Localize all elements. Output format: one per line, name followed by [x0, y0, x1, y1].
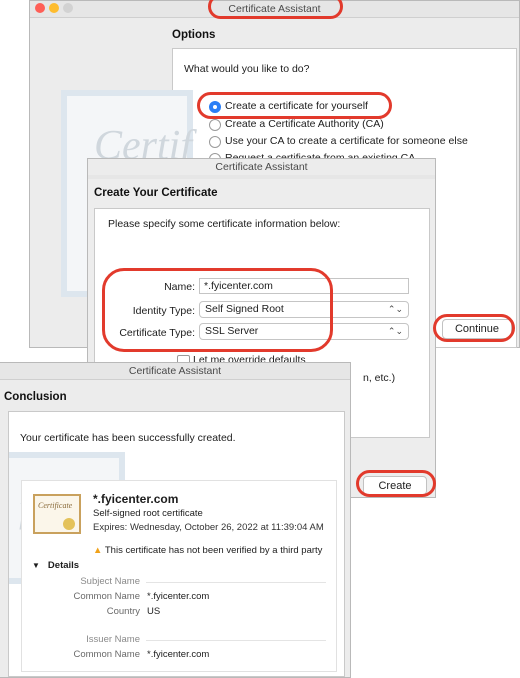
warning-text: This certificate has not been verified b… — [104, 545, 323, 556]
option-row-someone-else[interactable]: Use your CA to create a certificate for … — [209, 135, 509, 149]
window-title: Certificate Assistant — [215, 161, 308, 173]
close-window-icon[interactable] — [35, 3, 45, 13]
option-label-someone-else[interactable]: Use your CA to create a certificate for … — [225, 135, 468, 147]
warning-icon: ▲ — [93, 545, 103, 556]
details-toggle[interactable]: ▼ Details — [32, 560, 79, 571]
subject-name-label: Subject Name — [80, 576, 140, 587]
window-title: Certificate Assistant — [128, 365, 222, 377]
common-name-label: Common Name — [73, 591, 140, 602]
minimize-window-icon[interactable] — [49, 3, 59, 13]
chevron-updown-icon: ⌃⌄ — [387, 304, 403, 314]
option-radio-someone-else[interactable] — [209, 136, 221, 148]
option-label-ca[interactable]: Create a Certificate Authority (CA) — [225, 118, 384, 130]
conclusion-window-titlebar: Certificate Assistant — [0, 363, 350, 380]
certificate-kind: Self-signed root certificate — [93, 508, 203, 519]
issuer-common-name-label: Common Name — [73, 649, 140, 660]
common-name-value: *.fyicenter.com — [147, 591, 210, 602]
certificate-expiry: Expires: Wednesday, October 26, 2022 at … — [93, 522, 324, 533]
options-question: What would you like to do? — [184, 63, 310, 75]
option-row-yourself[interactable]: Create a certificate for yourself — [209, 100, 509, 114]
create-window-header-band — [88, 175, 435, 179]
certificate-icon-text: Certificate — [38, 501, 73, 510]
issuer-common-name-value: *.fyicenter.com — [147, 649, 210, 660]
certificate-details-box: Certificate *.fyicenter.com Self-signed … — [21, 480, 337, 672]
create-window-titlebar: Certificate Assistant — [88, 159, 435, 175]
certificate-type-select[interactable]: SSL Server ⌃⌄ — [199, 323, 409, 340]
option-radio-yourself[interactable] — [209, 101, 221, 113]
certificate-type-label: Certificate Type: — [119, 327, 195, 339]
subject-divider — [146, 582, 326, 583]
issuer-divider — [146, 640, 326, 641]
details-label: Details — [47, 560, 80, 571]
country-label: Country — [106, 606, 140, 617]
certificate-seal-icon — [63, 518, 75, 530]
options-window-titlebar: Certificate Assistant — [30, 1, 519, 18]
conclusion-panel: Your certificate has been successfully c… — [8, 411, 345, 677]
disclosure-triangle-icon[interactable]: ▼ — [32, 561, 40, 570]
zoom-window-icon[interactable] — [63, 3, 73, 13]
country-value: US — [147, 606, 161, 617]
option-label-yourself[interactable]: Create a certificate for yourself — [225, 100, 368, 112]
success-message: Your certificate has been successfully c… — [20, 432, 236, 444]
identity-type-select[interactable]: Self Signed Root ⌃⌄ — [199, 301, 409, 318]
certificate-name: *.fyicenter.com — [93, 492, 179, 506]
override-description-fragment: n, etc.) — [363, 372, 396, 384]
warning-row: ▲ This certificate has not been verified… — [93, 545, 322, 556]
options-heading: Options — [172, 29, 216, 41]
window-title: Certificate Assistant — [228, 3, 321, 15]
create-instructions: Please specify some certificate informat… — [108, 218, 341, 230]
identity-type-label: Identity Type: — [132, 305, 195, 317]
option-row-ca[interactable]: Create a Certificate Authority (CA) — [209, 118, 509, 132]
name-input[interactable]: *.fyicenter.com — [199, 278, 409, 294]
option-radio-ca[interactable] — [209, 119, 221, 131]
continue-button[interactable]: Continue — [442, 319, 512, 339]
traffic-lights — [35, 3, 80, 13]
certificate-type-value: SSL Server — [205, 325, 259, 337]
create-button[interactable]: Create — [363, 476, 427, 495]
chevron-updown-icon: ⌃⌄ — [387, 326, 403, 336]
conclusion-window: Certificate Assistant Conclusion Your ce… — [0, 362, 351, 678]
conclusion-heading: Conclusion — [4, 391, 67, 403]
issuer-name-label: Issuer Name — [86, 634, 140, 645]
name-label: Name: — [164, 281, 195, 293]
certificate-icon: Certificate — [33, 494, 81, 534]
create-heading: Create Your Certificate — [94, 187, 218, 199]
identity-type-value: Self Signed Root — [205, 303, 284, 315]
